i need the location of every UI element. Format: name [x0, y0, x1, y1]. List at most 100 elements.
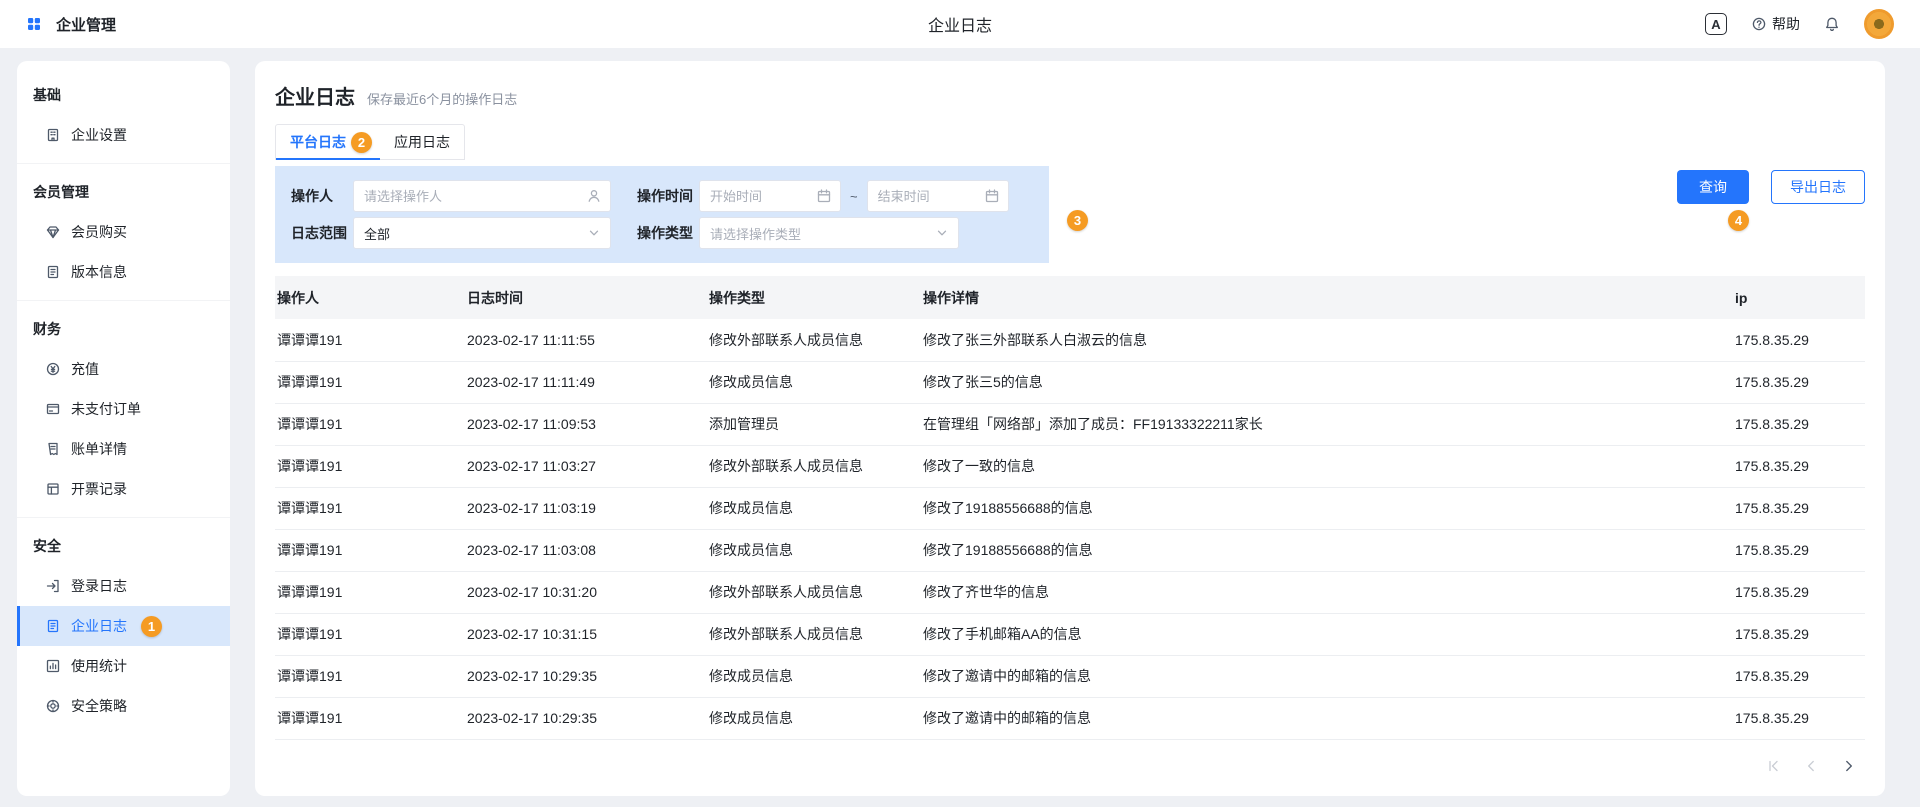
- table-cell: 175.8.35.29: [1735, 361, 1865, 403]
- table-cell: 修改了张三5的信息: [923, 361, 1735, 403]
- table-row: 谭谭谭1912023-02-17 10:29:35修改成员信息修改了邀请中的邮箱…: [275, 697, 1865, 739]
- sidebar-section: 基础企业设置: [17, 67, 230, 163]
- help-label: 帮助: [1772, 14, 1800, 34]
- search-button[interactable]: 查询: [1677, 170, 1749, 204]
- sidebar-item-member-purchase[interactable]: 会员购买: [17, 212, 230, 252]
- first-page-button[interactable]: [1759, 752, 1787, 780]
- person-icon: [586, 188, 602, 204]
- gem-icon: [45, 224, 61, 240]
- table-row: 谭谭谭1912023-02-17 11:11:49修改成员信息修改了张三5的信息…: [275, 361, 1865, 403]
- table-cell: 175.8.35.29: [1735, 655, 1865, 697]
- type-select-placeholder: 请选择操作类型: [710, 224, 801, 243]
- table-cell: 修改了一致的信息: [923, 445, 1735, 487]
- sidebar-item-login-logs[interactable]: 登录日志: [17, 566, 230, 606]
- export-logs-button[interactable]: 导出日志: [1771, 170, 1865, 204]
- coin-icon: [45, 361, 61, 377]
- table-cell: 175.8.35.29: [1735, 571, 1865, 613]
- chevron-down-icon: [934, 225, 950, 241]
- sidebar-item-invoice-records[interactable]: 开票记录: [17, 469, 230, 509]
- table-cell: 修改了19188556688的信息: [923, 487, 1735, 529]
- end-time-field[interactable]: [878, 189, 984, 204]
- table-cell: 谭谭谭191: [275, 319, 467, 361]
- table-cell: 175.8.35.29: [1735, 445, 1865, 487]
- table-cell: 在管理组「网络部」添加了成员：FF19133322211家长: [923, 403, 1735, 445]
- sidebar-section-title: 财务: [17, 305, 230, 349]
- sidebar-section: 安全登录日志企业日志1 使用统计安全策略: [17, 517, 230, 734]
- previous-page-button[interactable]: [1797, 752, 1825, 780]
- tab-label: 应用日志: [394, 132, 450, 152]
- calendar-icon: [984, 188, 1000, 204]
- sidebar-item-label: 使用统计: [71, 656, 127, 676]
- sidebar-item-bill-details[interactable]: 账单详情: [17, 429, 230, 469]
- sidebar-item-label: 开票记录: [71, 479, 127, 499]
- sidebar-item-label: 未支付订单: [71, 399, 141, 419]
- sidebar-section-title: 会员管理: [17, 168, 230, 212]
- type-select[interactable]: 请选择操作类型: [699, 217, 959, 249]
- table-cell: 2023-02-17 11:11:55: [467, 319, 709, 361]
- tab-app-logs[interactable]: 应用日志: [380, 125, 464, 159]
- table-cell: 175.8.35.29: [1735, 697, 1865, 739]
- scope-select[interactable]: 全部: [353, 217, 611, 249]
- table-cell: 谭谭谭191: [275, 529, 467, 571]
- table-cell: 谭谭谭191: [275, 361, 467, 403]
- sidebar-item-label: 安全策略: [71, 696, 127, 716]
- page-title: 企业日志: [275, 81, 355, 110]
- column-header: 操作类型: [709, 276, 923, 319]
- time-label: 操作时间: [637, 186, 699, 206]
- help-icon: [1751, 16, 1767, 32]
- sidebar-item-label: 充值: [71, 359, 99, 379]
- start-time-input[interactable]: [699, 180, 841, 212]
- sidebar-item-recharge[interactable]: 充值: [17, 349, 230, 389]
- annotation-badge-1: 1: [141, 616, 162, 637]
- table-cell: 修改成员信息: [709, 655, 923, 697]
- doc-icon: [45, 618, 61, 634]
- table-cell: 2023-02-17 11:11:49: [467, 361, 709, 403]
- bill-icon: [45, 441, 61, 457]
- sidebar-item-usage-statistics[interactable]: 使用统计: [17, 646, 230, 686]
- annotation-badge-3: 3: [1067, 210, 1088, 231]
- table-cell: 2023-02-17 11:03:19: [467, 487, 709, 529]
- sidebar-section-title: 安全: [17, 522, 230, 566]
- top-bar: 企业管理 企业日志 A 帮助: [0, 0, 1920, 48]
- table-cell: 谭谭谭191: [275, 571, 467, 613]
- topbar-left: 企业管理: [26, 14, 116, 35]
- table-cell: 175.8.35.29: [1735, 529, 1865, 571]
- sidebar-item-unpaid-orders[interactable]: 未支付订单: [17, 389, 230, 429]
- table-row: 谭谭谭1912023-02-17 11:09:53添加管理员在管理组「网络部」添…: [275, 403, 1865, 445]
- table-cell: 修改成员信息: [709, 487, 923, 529]
- sidebar-item-enterprise-settings[interactable]: 企业设置: [17, 115, 230, 155]
- start-time-field[interactable]: [710, 189, 816, 204]
- operator-input-field[interactable]: [364, 189, 586, 204]
- next-page-button[interactable]: [1835, 752, 1863, 780]
- column-header: 日志时间: [467, 276, 709, 319]
- sidebar-item-security-policy[interactable]: 安全策略: [17, 686, 230, 726]
- apps-grid-icon[interactable]: [26, 16, 42, 32]
- tab-label: 平台日志: [290, 132, 346, 152]
- table-cell: 175.8.35.29: [1735, 403, 1865, 445]
- action-buttons: 查询 导出日志: [1677, 170, 1865, 204]
- table-cell: 2023-02-17 10:31:15: [467, 613, 709, 655]
- scope-filter-group: 日志范围 全部: [291, 217, 611, 249]
- table-row: 谭谭谭1912023-02-17 11:03:08修改成员信息修改了191885…: [275, 529, 1865, 571]
- chevron-down-icon: [586, 225, 602, 241]
- topbar-page-title: 企业日志: [0, 12, 1920, 36]
- sidebar-section-title: 基础: [17, 71, 230, 115]
- table-cell: 2023-02-17 10:29:35: [467, 655, 709, 697]
- end-time-input[interactable]: [867, 180, 1009, 212]
- bell-icon[interactable]: [1824, 16, 1840, 32]
- table-cell: 谭谭谭191: [275, 487, 467, 529]
- sidebar-item-enterprise-logs[interactable]: 企业日志1: [17, 606, 230, 646]
- table-cell: 修改外部联系人成员信息: [709, 319, 923, 361]
- scope-select-value: 全部: [364, 224, 390, 243]
- avatar[interactable]: [1864, 9, 1894, 39]
- sidebar-item-version-info[interactable]: 版本信息: [17, 252, 230, 292]
- table-cell: 2023-02-17 10:31:20: [467, 571, 709, 613]
- operator-input[interactable]: [353, 180, 611, 212]
- translate-icon[interactable]: A: [1705, 13, 1727, 35]
- column-header: ip: [1735, 276, 1865, 319]
- help-button[interactable]: 帮助: [1751, 14, 1800, 34]
- tab-platform-logs[interactable]: 平台日志2: [276, 125, 380, 159]
- filter-row-2: 日志范围 全部 操作类型 请选择操作类型: [291, 217, 1033, 249]
- table-cell: 修改了齐世华的信息: [923, 571, 1735, 613]
- range-separator: ~: [850, 189, 858, 204]
